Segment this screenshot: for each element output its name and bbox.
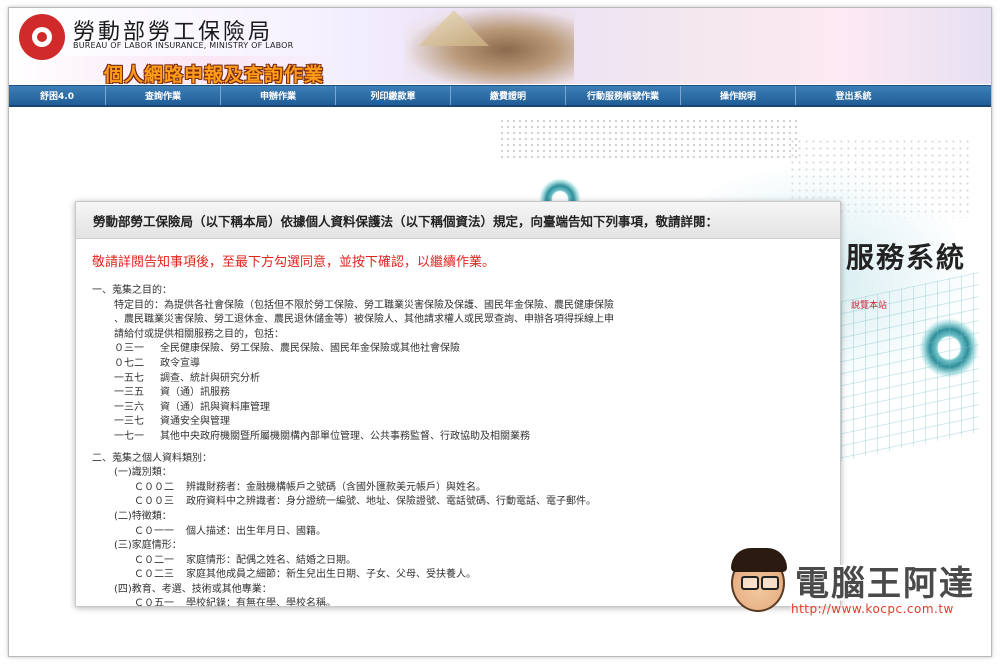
category-label: (二)特徵類： [114, 510, 172, 522]
category-item: Ｃ０一一 個人描述：出生年月日、國籍。 [92, 525, 824, 540]
bg-browse-link[interactable]: 說覽本站 [851, 298, 887, 311]
purpose-code: 一三五 [114, 387, 144, 399]
purpose-desc: 調查、統計與研究分析 [160, 372, 260, 384]
dialog-title: 勞動部勞工保險局（以下稱本局）依據個人資料保護法（以下稱個資法）規定，向臺端告知… [76, 202, 840, 239]
category-item: Ｃ０五一 學校紀錄：有無在學、學校名稱。 [92, 597, 824, 607]
mascot-glasses-icon [741, 576, 759, 590]
bg-dot-pattern [499, 118, 799, 158]
section-heading: 二、蒐集之個人資料類別： [92, 452, 212, 464]
purpose-code-item: ０七二 政令宣導 [92, 357, 824, 372]
site-header: 勞動部勞工保險局 BUREAU OF LABOR INSURANCE, MINI… [9, 8, 991, 84]
purpose-desc: 政令宣導 [160, 357, 200, 369]
watermark-url: http://www.kocpc.com.tw [791, 602, 954, 616]
purpose-code-item: ０三一 全民健康保險、勞工保險、農民保險、國民年金保險或其他社會保險 [92, 342, 824, 357]
nav-item-apply[interactable]: 申辦作業 [221, 86, 336, 105]
nav-item-print-bill[interactable]: 列印繳款單 [336, 86, 451, 105]
bg-system-title: 服務系統 [846, 241, 967, 274]
system-title: 個人網路申報及查詢作業 [104, 64, 325, 84]
category-code: Ｃ０二一 [134, 554, 174, 566]
notice-alert: 敬請詳閱告知事項後，至最下方勾選同意，並按下確認，以繼續作業。 [92, 255, 496, 270]
section-heading: 一、蒐集之目的： [92, 285, 172, 296]
nav-item-relief[interactable]: 舒困4.0 [9, 86, 106, 105]
category-code: Ｃ０五一 [134, 598, 174, 607]
dialog-body[interactable]: 敬請詳閱告知事項後，至最下方勾選同意，並按下確認，以繼續作業。 一、蒐集之目的：… [76, 239, 840, 607]
category-label: (三)家庭情形： [114, 540, 182, 552]
purpose-code-item: 一七一 其他中央政府機關暨所屬機關構內部單位管理、公共事務監督、行政協助及相關業務 [92, 430, 824, 445]
category-desc: 辨識財務者：金融機構帳戶之號碼（含國外匯款美元帳戶）與姓名。 [186, 481, 486, 493]
purpose-line: 、農民職業災害保險、勞工退休金、農民退休儲金等）被保險人、其他請求權人或民眾查詢… [114, 314, 614, 326]
category-label: (一)識別類： [114, 467, 172, 479]
category-desc: 個人描述：出生年月日、國籍。 [186, 525, 326, 537]
purpose-code: 一七一 [114, 430, 144, 442]
purpose-code: 一三七 [114, 416, 144, 428]
purpose-code: ０七二 [114, 357, 144, 369]
nav-item-query[interactable]: 查詢作業 [106, 86, 221, 105]
watermark: 電腦王阿達 http://www.kocpc.com.tw [727, 548, 989, 628]
watermark-text: 電腦王阿達 [795, 564, 975, 604]
org-name-en: BUREAU OF LABOR INSURANCE, MINISTRY OF L… [73, 41, 294, 50]
privacy-notice-dialog: 勞動部勞工保險局（以下稱本局）依據個人資料保護法（以下稱個資法）規定，向臺端告知… [75, 201, 841, 607]
purpose-desc: 其他中央政府機關暨所屬機關構內部單位管理、公共事務監督、行政協助及相關業務 [160, 430, 530, 442]
category-item: Ｃ００二 辨識財務者：金融機構帳戶之號碼（含國外匯款美元帳戶）與姓名。 [92, 481, 824, 496]
mascot-hair [731, 548, 787, 572]
browser-frame: 勞動部勞工保險局 BUREAU OF LABOR INSURANCE, MINI… [8, 7, 992, 657]
nav-item-payment-proof[interactable]: 繳費證明 [451, 86, 566, 105]
category-desc: 學校紀錄：有無在學、學校名稱。 [186, 598, 336, 607]
category-label: (四)教育、考選、技術或其他專業： [114, 583, 272, 595]
purpose-line: 請給付或提供相關服務之目的，包括： [114, 328, 284, 340]
category-desc: 家庭情形：配偶之姓名、結婚之日期。 [186, 554, 356, 566]
purpose-code-item: 一三六 資（通）訊與資料庫管理 [92, 401, 824, 416]
purpose-line: 特定目的：為提供各社會保險（包括但不限於勞工保險、勞工職業災害保險及保護、國民年… [114, 299, 614, 311]
category-desc: 政府資料中之辨識者：身分證統一編號、地址、保險證號、電話號碼、行動電話、電子郵件… [186, 496, 596, 508]
purpose-code: ０三一 [114, 343, 144, 355]
category-code: Ｃ００二 [134, 481, 174, 493]
nav-item-logout[interactable]: 登出系統 [796, 86, 911, 105]
bli-logo-icon[interactable] [19, 14, 65, 60]
purpose-code-item: 一三五 資（通）訊服務 [92, 386, 824, 401]
purpose-code: 一三六 [114, 401, 144, 413]
category-code: Ｃ００三 [134, 496, 174, 508]
category-desc: 家庭其他成員之細節：新生兒出生日期、子女、父母、受扶養人。 [186, 569, 476, 581]
purpose-desc: 資（通）訊服務 [160, 387, 230, 399]
main-nav: 舒困4.0 查詢作業 申辦作業 列印繳款單 繳費證明 行動服務帳號作業 操作說明… [9, 85, 991, 107]
purpose-desc: 資通安全與管理 [160, 416, 230, 428]
mascot-glasses-icon [761, 576, 779, 590]
category-item: Ｃ０二一 家庭情形：配偶之姓名、結婚之日期。 [92, 554, 824, 569]
nav-item-mobile-account[interactable]: 行動服務帳號作業 [566, 86, 681, 105]
category-code: Ｃ０一一 [134, 525, 174, 537]
purpose-code-item: 一三七 資通安全與管理 [92, 415, 824, 430]
header-photo [404, 8, 574, 84]
purpose-desc: 全民健康保險、勞工保險、農民保險、國民年金保險或其他社會保險 [160, 343, 460, 355]
purpose-desc: 資（通）訊與資料庫管理 [160, 401, 270, 413]
purpose-code: 一五七 [114, 372, 144, 384]
category-item: Ｃ０二三 家庭其他成員之細節：新生兒出生日期、子女、父母、受扶養人。 [92, 568, 824, 583]
nav-item-help[interactable]: 操作說明 [681, 86, 796, 105]
category-code: Ｃ０二三 [134, 569, 174, 581]
category-item: Ｃ００三 政府資料中之辨識者：身分證統一編號、地址、保險證號、電話號碼、行動電話、… [92, 495, 824, 510]
purpose-code-item: 一五七 調查、統計與研究分析 [92, 372, 824, 387]
